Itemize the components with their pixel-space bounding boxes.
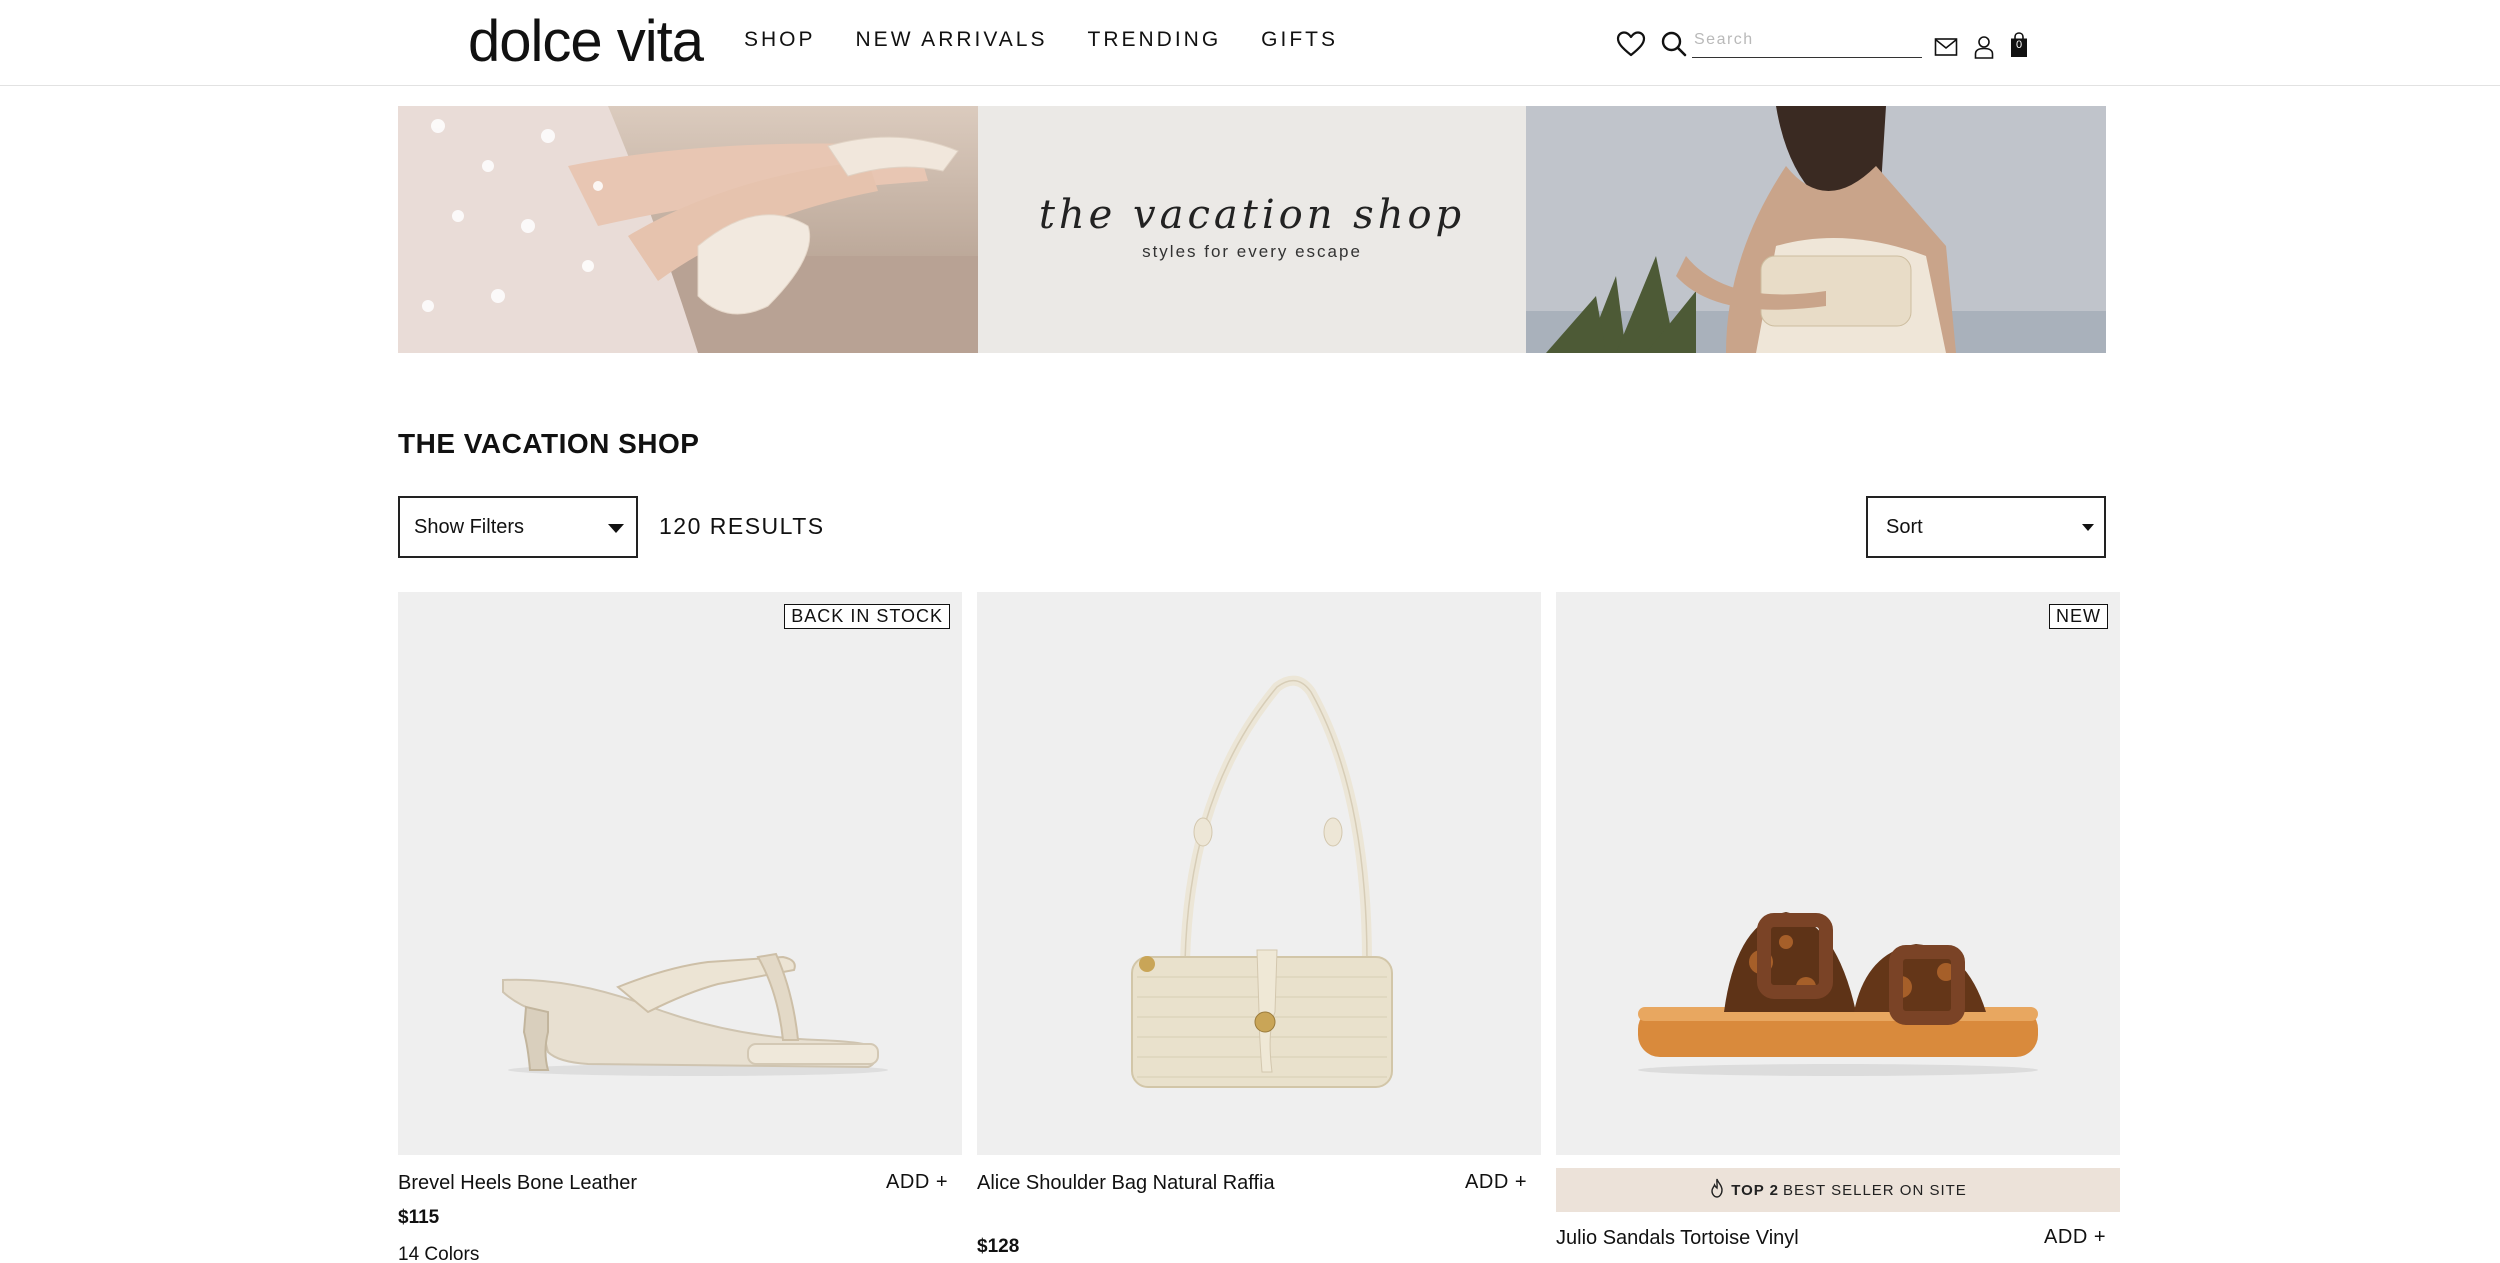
show-filters-label: Show Filters bbox=[414, 515, 525, 538]
hero-image-sandals bbox=[398, 106, 978, 353]
chevron-down-icon bbox=[608, 524, 624, 533]
nav-gifts[interactable]: GIFTS bbox=[1261, 28, 1338, 52]
shoulder-bag-illustration bbox=[1131, 675, 1393, 1088]
brand-logo[interactable]: dolce vita bbox=[468, 8, 704, 75]
site-header: dolce vita SHOP NEW ARRIVALS TRENDING GI… bbox=[0, 0, 2500, 86]
product-card[interactable]: Alice Shoulder Bag Natural Raffia ADD + … bbox=[977, 592, 1541, 1257]
product-image[interactable]: BACK IN STOCK bbox=[398, 592, 962, 1155]
search-bar bbox=[1660, 28, 1922, 58]
product-image[interactable]: NEW bbox=[1556, 592, 2120, 1155]
hero-banner[interactable]: the vacation shop styles for every escap… bbox=[398, 106, 2106, 353]
product-image[interactable] bbox=[977, 592, 1541, 1155]
product-name[interactable]: Brevel Heels Bone Leather bbox=[398, 1169, 698, 1198]
product-name[interactable]: Alice Shoulder Bag Natural Raffia bbox=[977, 1169, 1277, 1198]
heel-sandal-illustration bbox=[502, 952, 888, 1076]
product-price: $115 bbox=[398, 1207, 440, 1228]
product-card[interactable]: BACK IN STOCK Brevel Heels Bone Leather … bbox=[398, 592, 962, 1263]
bag-count-badge: 0 bbox=[2015, 39, 2023, 51]
sort-label: Sort bbox=[1886, 515, 1923, 538]
nav-trending[interactable]: TRENDING bbox=[1088, 28, 1222, 52]
bestseller-banner: TOP 2 BEST SELLER ON SITE bbox=[1556, 1168, 2120, 1212]
bestseller-rank: TOP 2 bbox=[1731, 1181, 1780, 1199]
search-icon[interactable] bbox=[1660, 30, 1688, 58]
mail-icon[interactable] bbox=[1934, 37, 1958, 57]
nav-shop[interactable]: SHOP bbox=[744, 28, 816, 52]
chevron-down-icon bbox=[2082, 524, 2094, 531]
shopping-bag-icon[interactable]: 0 bbox=[2010, 32, 2028, 58]
product-card[interactable]: NEW TOP 2 BEST SELLER ON SITE Julio Sand… bbox=[1556, 592, 2120, 1249]
product-name[interactable]: Julio Sandals Tortoise Vinyl bbox=[1556, 1224, 1856, 1253]
results-count: 120 RESULTS bbox=[659, 513, 825, 539]
hero-title: the vacation shop bbox=[1038, 192, 1466, 238]
hero-image-model bbox=[1526, 106, 2106, 353]
add-to-cart-button[interactable]: ADD + bbox=[2044, 1226, 2106, 1249]
wishlist-heart-icon[interactable] bbox=[1616, 30, 1646, 58]
status-badge: BACK IN STOCK bbox=[784, 604, 950, 629]
bestseller-text: BEST SELLER ON SITE bbox=[1783, 1181, 1967, 1199]
sort-dropdown[interactable]: Sort bbox=[1866, 496, 2106, 558]
nav-new-arrivals[interactable]: NEW ARRIVALS bbox=[856, 28, 1048, 52]
hero-text-panel: the vacation shop styles for every escap… bbox=[978, 106, 1526, 353]
search-input[interactable] bbox=[1692, 28, 1922, 58]
tortoise-sandal-illustration bbox=[1638, 912, 2038, 1076]
account-user-icon[interactable] bbox=[1974, 35, 1994, 59]
header-actions: 0 bbox=[1616, 24, 2028, 64]
page-title: THE VACATION SHOP bbox=[398, 428, 700, 459]
color-count[interactable]: 14 Colors bbox=[398, 1244, 479, 1263]
show-filters-dropdown[interactable]: Show Filters bbox=[398, 496, 638, 558]
hero-subtitle: styles for every escape bbox=[1142, 242, 1362, 261]
status-badge: NEW bbox=[2049, 604, 2108, 629]
add-to-cart-button[interactable]: ADD + bbox=[886, 1171, 948, 1194]
flame-icon bbox=[1709, 1178, 1725, 1202]
main-nav: SHOP NEW ARRIVALS TRENDING GIFTS bbox=[744, 28, 1338, 52]
product-price: $128 bbox=[977, 1236, 1020, 1257]
add-to-cart-button[interactable]: ADD + bbox=[1465, 1171, 1527, 1194]
